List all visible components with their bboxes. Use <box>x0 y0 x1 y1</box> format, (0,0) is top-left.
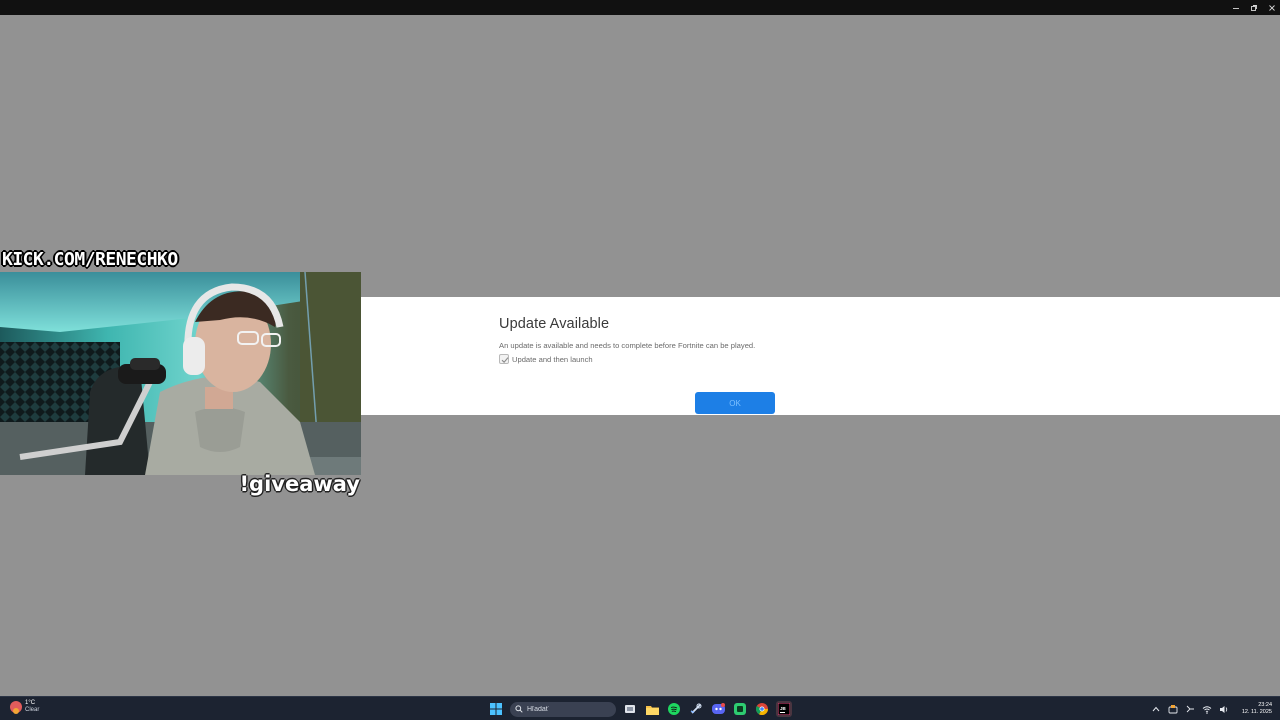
update-dialog-content: Update Available An update is available … <box>499 316 799 414</box>
wifi-icon[interactable] <box>1202 704 1212 714</box>
green-app-icon[interactable] <box>732 701 748 717</box>
vpn-icon[interactable] <box>1185 704 1195 714</box>
chrome-icon[interactable] <box>754 701 770 717</box>
restore-icon <box>1251 4 1257 11</box>
chevron-up-icon[interactable] <box>1151 704 1161 714</box>
spotify-icon[interactable] <box>666 701 682 717</box>
clock-time: 23:24 <box>1258 702 1272 708</box>
dialog-message: An update is available and needs to comp… <box>499 341 756 350</box>
search-icon <box>515 705 523 713</box>
giveaway-command-overlay: !giveaway <box>239 472 360 496</box>
windows-start-icon[interactable] <box>488 701 504 717</box>
weather-condition: Clear <box>25 707 40 713</box>
steam-icon[interactable] <box>688 701 704 717</box>
close-button[interactable] <box>1268 4 1276 12</box>
update-checkbox-label: Update and then launch <box>512 354 593 364</box>
app-tray-icon[interactable] <box>1168 704 1178 714</box>
restore-button[interactable] <box>1250 4 1258 12</box>
window-title-bar <box>0 0 1280 15</box>
system-clock[interactable]: 23:24 12. 11. 2025 <box>1242 702 1272 716</box>
close-icon <box>1269 4 1275 11</box>
update-checkbox[interactable] <box>499 354 509 364</box>
file-explorer-icon[interactable] <box>644 701 660 717</box>
checkmark-icon <box>501 357 509 364</box>
minimize-icon <box>1233 7 1239 9</box>
minimize-button[interactable] <box>1232 4 1240 12</box>
window-controls <box>1232 0 1276 15</box>
volume-icon[interactable] <box>1219 704 1229 714</box>
search-input[interactable] <box>527 705 607 713</box>
task-view-icon[interactable] <box>622 701 638 717</box>
system-tray: 23:24 12. 11. 2025 <box>1151 697 1272 720</box>
jetbrains-icon[interactable]: JB <box>776 701 792 717</box>
webcam-feed <box>0 272 361 475</box>
weather-temperature: 1°C <box>25 700 36 706</box>
channel-url-overlay: KICK.COM/RENECHKO <box>2 249 178 270</box>
svg-text:JB: JB <box>780 706 787 711</box>
weather-widget[interactable]: 1°C Clear <box>10 700 39 714</box>
taskbar-search[interactable] <box>510 701 616 717</box>
clock-date: 12. 11. 2025 <box>1241 709 1272 715</box>
discord-icon[interactable] <box>710 701 726 717</box>
ok-button[interactable]: OK <box>695 392 775 414</box>
weather-icon <box>10 701 22 714</box>
dialog-title: Update Available <box>499 316 610 332</box>
taskbar: 1°C Clear J <box>0 696 1280 720</box>
update-checkbox-row[interactable]: Update and then launch <box>499 354 799 364</box>
taskbar-apps: JB <box>488 697 792 720</box>
